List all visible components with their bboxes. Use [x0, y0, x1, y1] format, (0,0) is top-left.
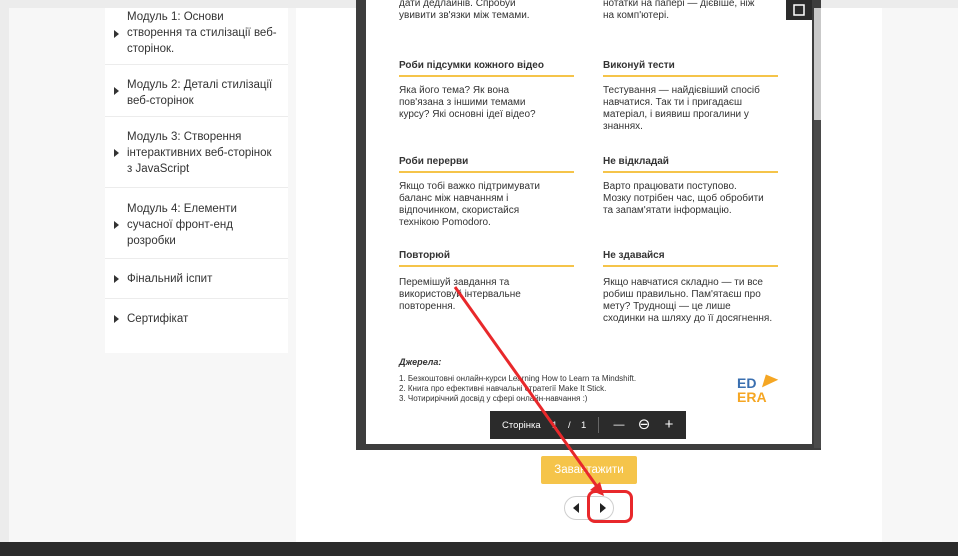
- source-item: 3. Чотирирічний досвід у сфері онлайн-на…: [399, 394, 588, 403]
- edera-logo: ED ERA: [737, 370, 781, 408]
- caret-right-icon: [114, 30, 119, 38]
- tip-text: Варто працювати поступово. Мозку потрібе…: [603, 181, 764, 216]
- tip-text: Перемішуй завдання та використовуй інтер…: [399, 277, 521, 312]
- annotation-highlight: [587, 490, 633, 523]
- document-text: дати дедлайнів. Спробуй увивити зв'язки …: [399, 0, 530, 21]
- toolbar-divider: [598, 417, 599, 433]
- tip-heading: Не здавайся: [603, 250, 665, 261]
- left-panel: Модуль 1: Основи створення та стилізації…: [9, 8, 296, 542]
- sidebar-item-label: Модуль 3: Створення інтерактивних веб-ст…: [127, 131, 272, 175]
- sidebar-item-certificate[interactable]: Сертифікат: [105, 299, 288, 339]
- fullscreen-icon: [793, 4, 805, 16]
- tip-underline: [603, 265, 778, 267]
- tip-text: Тестування — найдієвіший спосіб навчатис…: [603, 85, 760, 132]
- sidebar-item-module-1[interactable]: Модуль 1: Основи створення та стилізації…: [105, 6, 288, 65]
- tip-underline: [399, 171, 574, 173]
- viewer-toolbar: Сторінка 1 / 1 — ⊖ +: [490, 411, 686, 439]
- source-item: 2. Книга про ефективні навчальні стратег…: [399, 384, 607, 393]
- tip-heading: Роби перерви: [399, 156, 469, 167]
- document-text: нотатки на папері — дієвіше, ніж на комп…: [603, 0, 755, 21]
- caret-right-icon: [114, 275, 119, 283]
- tip-text: Яка його тема? Як вона пов'язана з іншим…: [399, 85, 536, 120]
- sources-title: Джерела:: [399, 357, 442, 367]
- current-page-input[interactable]: 1: [552, 420, 557, 431]
- download-button[interactable]: Завантажити: [541, 456, 637, 484]
- tip-text: Якщо тобі важко підтримувати баланс між …: [399, 181, 540, 228]
- sidebar-item-label: Модуль 2: Деталі стилізації веб-сторінок: [127, 79, 273, 107]
- tip-heading: Не відкладай: [603, 156, 669, 167]
- caret-right-icon: [114, 315, 119, 323]
- tip-underline: [603, 75, 778, 77]
- page-label: Сторінка: [502, 420, 541, 431]
- tip-heading: Виконуй тести: [603, 60, 675, 71]
- logo-text: ED: [737, 375, 757, 391]
- page-separator: /: [568, 420, 571, 431]
- tip-heading: Повторюй: [399, 250, 450, 261]
- tip-underline: [399, 265, 574, 267]
- sidebar-item-module-4[interactable]: Модуль 4: Елементи сучасної фронт-енд ро…: [105, 188, 288, 259]
- caret-right-icon: [114, 221, 119, 229]
- caret-right-icon: [114, 87, 119, 95]
- caret-right-icon: [114, 149, 119, 157]
- zoom-out-button[interactable]: —: [610, 415, 628, 435]
- sidebar-item-final-exam[interactable]: Фінальний іспит: [105, 259, 288, 299]
- total-pages: 1: [581, 420, 587, 431]
- sidebar-item-label: Сертифікат: [127, 313, 189, 325]
- tip-text: Якщо навчатися складно — ти все робиш пр…: [603, 277, 773, 324]
- viewer-scrollbar-thumb[interactable]: [814, 120, 821, 448]
- zoom-in-button[interactable]: +: [660, 415, 678, 435]
- fullscreen-button[interactable]: [786, 0, 812, 20]
- sidebar-item-label: Модуль 4: Елементи сучасної фронт-енд ро…: [127, 203, 237, 247]
- tip-underline: [603, 171, 778, 173]
- source-item: 1. Безкоштовні онлайн-курси Learning How…: [399, 374, 637, 383]
- right-panel: [882, 8, 958, 542]
- tip-underline: [399, 75, 574, 77]
- sidebar-item-module-2[interactable]: Модуль 2: Деталі стилізації веб-сторінок: [105, 65, 288, 117]
- logo-text: ERA: [737, 389, 767, 405]
- page-footer: [0, 542, 958, 556]
- sidebar-item-label: Модуль 1: Основи створення та стилізації…: [127, 11, 277, 55]
- course-navigation: Модуль 1: Основи створення та стилізації…: [105, 8, 288, 353]
- zoom-icon[interactable]: ⊖: [635, 415, 653, 435]
- sidebar-item-label: Фінальний іспит: [127, 273, 213, 285]
- chevron-left-icon: [573, 503, 579, 513]
- tip-heading: Роби підсумки кожного відео: [399, 60, 544, 71]
- sidebar-item-module-3[interactable]: Модуль 3: Створення інтерактивних веб-ст…: [105, 117, 288, 188]
